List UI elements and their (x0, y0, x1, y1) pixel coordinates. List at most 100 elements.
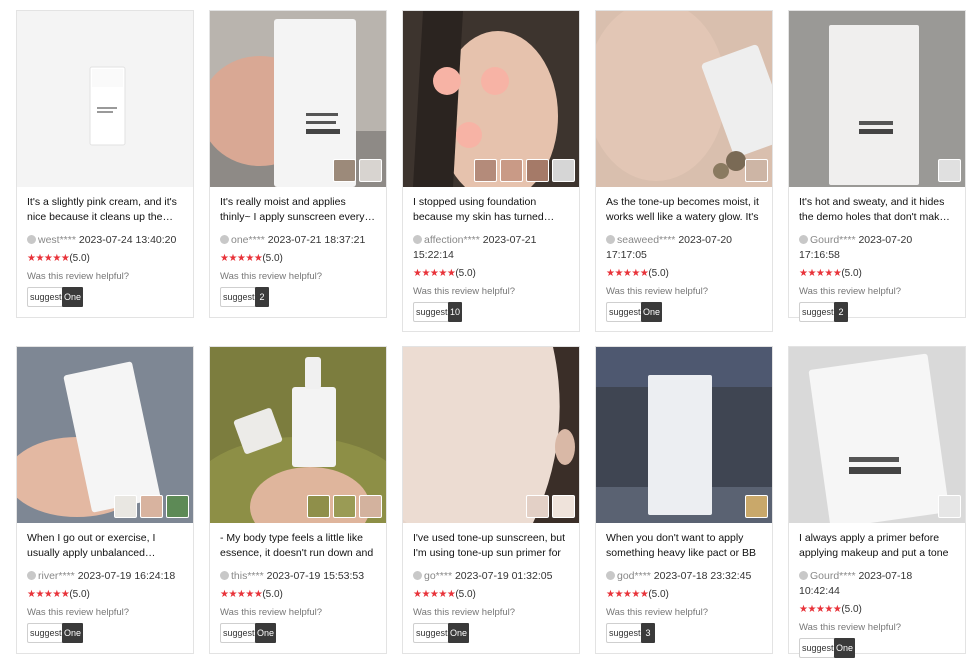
review-text[interactable]: It's really moist and applies thinly~ I … (220, 195, 376, 225)
helpful-count: One (834, 638, 856, 658)
user-icon (220, 571, 229, 580)
rating: ★★★★★(5.0) (413, 588, 569, 601)
review-text[interactable]: I stopped using foundation because my sk… (413, 195, 569, 225)
thumbnail-strip (307, 495, 382, 518)
thumbnail[interactable] (166, 495, 189, 518)
star-rating-icon: ★★★★★ (413, 268, 456, 279)
star-rating-icon: ★★★★★ (220, 253, 263, 264)
review-date: 2023-07-21 18:37:21 (267, 234, 366, 246)
review-date: 2023-07-19 15:53:53 (266, 570, 365, 582)
review-card[interactable]: It's a slightly pink cream, and it's nic… (16, 10, 194, 318)
review-text[interactable]: As the tone-up becomes moist, it works w… (606, 195, 762, 225)
suggestion-button[interactable]: suggestion (27, 623, 63, 643)
thumbnail-strip (745, 159, 768, 182)
review-photo[interactable] (596, 347, 772, 523)
reviewer-name: river**** (38, 570, 75, 582)
review-text[interactable]: I've used tone-up sunscreen, but I'm usi… (413, 531, 569, 561)
review-photo[interactable] (210, 347, 386, 523)
review-card[interactable]: I've used tone-up sunscreen, but I'm usi… (402, 346, 580, 654)
thumbnail[interactable] (745, 159, 768, 182)
review-meta: Gourd**** 2023-07-18 10:42:44 (799, 569, 955, 599)
reviewer-name: go**** (424, 570, 453, 582)
user-icon (799, 235, 808, 244)
review-card[interactable]: I stopped using foundation because my sk… (402, 10, 580, 332)
helpful-count: One (62, 623, 84, 643)
suggestion-button[interactable]: suggestion (220, 287, 256, 307)
thumbnail[interactable] (552, 159, 575, 182)
rating: ★★★★★(5.0) (799, 267, 955, 280)
rating-score: (5.0) (262, 253, 283, 264)
thumbnail[interactable] (938, 495, 961, 518)
thumbnail[interactable] (359, 495, 382, 518)
suggestion-button[interactable]: suggestion (799, 302, 835, 322)
helpful-prompt: Was this review helpful? (27, 271, 130, 282)
review-card[interactable]: - My body type feels a little like essen… (209, 346, 387, 654)
thumbnail[interactable] (745, 495, 768, 518)
helpful-count: 10 (448, 302, 463, 322)
review-meta: Gourd**** 2023-07-20 17:16:58 (799, 233, 955, 263)
review-card[interactable]: I always apply a primer before applying … (788, 346, 966, 658)
suggestion-button[interactable]: suggestion (606, 623, 642, 643)
review-photo[interactable] (789, 11, 965, 187)
review-card[interactable]: It's hot and sweaty, and it hides the de… (788, 10, 966, 322)
review-card[interactable]: It's really moist and applies thinly~ I … (209, 10, 387, 318)
thumbnail-strip (526, 495, 575, 518)
suggestion-button[interactable]: suggestion (413, 623, 449, 643)
review-card[interactable]: As the tone-up becomes moist, it works w… (595, 10, 773, 332)
thumbnail[interactable] (938, 159, 961, 182)
star-rating-icon: ★★★★★ (799, 268, 842, 279)
helpful-prompt: Was this review helpful? (413, 286, 516, 297)
review-text[interactable]: It's hot and sweaty, and it hides the de… (799, 195, 955, 225)
star-rating-icon: ★★★★★ (606, 589, 649, 600)
suggestion-button[interactable]: suggestion (413, 302, 449, 322)
reviewer-name: affection**** (424, 234, 480, 246)
reviewer-name: this**** (231, 570, 264, 582)
thumbnail[interactable] (359, 159, 382, 182)
review-photo[interactable] (596, 11, 772, 187)
thumbnail-strip (938, 159, 961, 182)
review-card[interactable]: When I go out or exercise, I usually app… (16, 346, 194, 654)
rating: ★★★★★(5.0) (799, 603, 955, 616)
user-icon (27, 571, 36, 580)
review-photo[interactable] (789, 347, 965, 523)
review-text[interactable]: I always apply a primer before applying … (799, 531, 955, 561)
suggestion-button[interactable]: suggestion (606, 302, 642, 322)
suggestion-button[interactable]: suggestion (799, 638, 835, 658)
suggestion-button[interactable]: suggestion (220, 623, 256, 643)
rating-score: (5.0) (455, 268, 476, 279)
thumbnail[interactable] (307, 495, 330, 518)
thumbnail[interactable] (140, 495, 163, 518)
rating: ★★★★★(5.0) (606, 588, 762, 601)
reviewer-name: Gourd**** (810, 234, 856, 246)
thumbnail[interactable] (333, 495, 356, 518)
review-text[interactable]: When you don't want to apply something h… (606, 531, 762, 561)
reviewer-name: one**** (231, 234, 265, 246)
review-photo[interactable] (210, 11, 386, 187)
helpful-count: One (448, 623, 470, 643)
user-icon (606, 235, 615, 244)
rating: ★★★★★(5.0) (27, 588, 183, 601)
review-text[interactable]: When I go out or exercise, I usually app… (27, 531, 183, 561)
rating: ★★★★★(5.0) (220, 252, 376, 265)
review-text[interactable]: - My body type feels a little like essen… (220, 531, 376, 561)
review-photo[interactable] (403, 11, 579, 187)
review-photo[interactable] (17, 347, 193, 523)
thumbnail[interactable] (500, 159, 523, 182)
helpful-count: One (641, 302, 663, 322)
review-meta: seaweed**** 2023-07-20 17:17:05 (606, 233, 762, 263)
suggestion-button[interactable]: suggestion (27, 287, 63, 307)
review-photo[interactable] (403, 347, 579, 523)
thumbnail[interactable] (552, 495, 575, 518)
thumbnail[interactable] (526, 159, 549, 182)
thumbnail[interactable] (114, 495, 137, 518)
review-text[interactable]: It's a slightly pink cream, and it's nic… (27, 195, 183, 225)
rating: ★★★★★(5.0) (606, 267, 762, 280)
review-card[interactable]: When you don't want to apply something h… (595, 346, 773, 654)
helpful-prompt: Was this review helpful? (799, 286, 902, 297)
review-photo[interactable] (17, 11, 193, 187)
rating-score: (5.0) (648, 268, 669, 279)
thumbnail[interactable] (333, 159, 356, 182)
thumbnail[interactable] (526, 495, 549, 518)
thumbnail[interactable] (474, 159, 497, 182)
thumbnail-strip (474, 159, 575, 182)
